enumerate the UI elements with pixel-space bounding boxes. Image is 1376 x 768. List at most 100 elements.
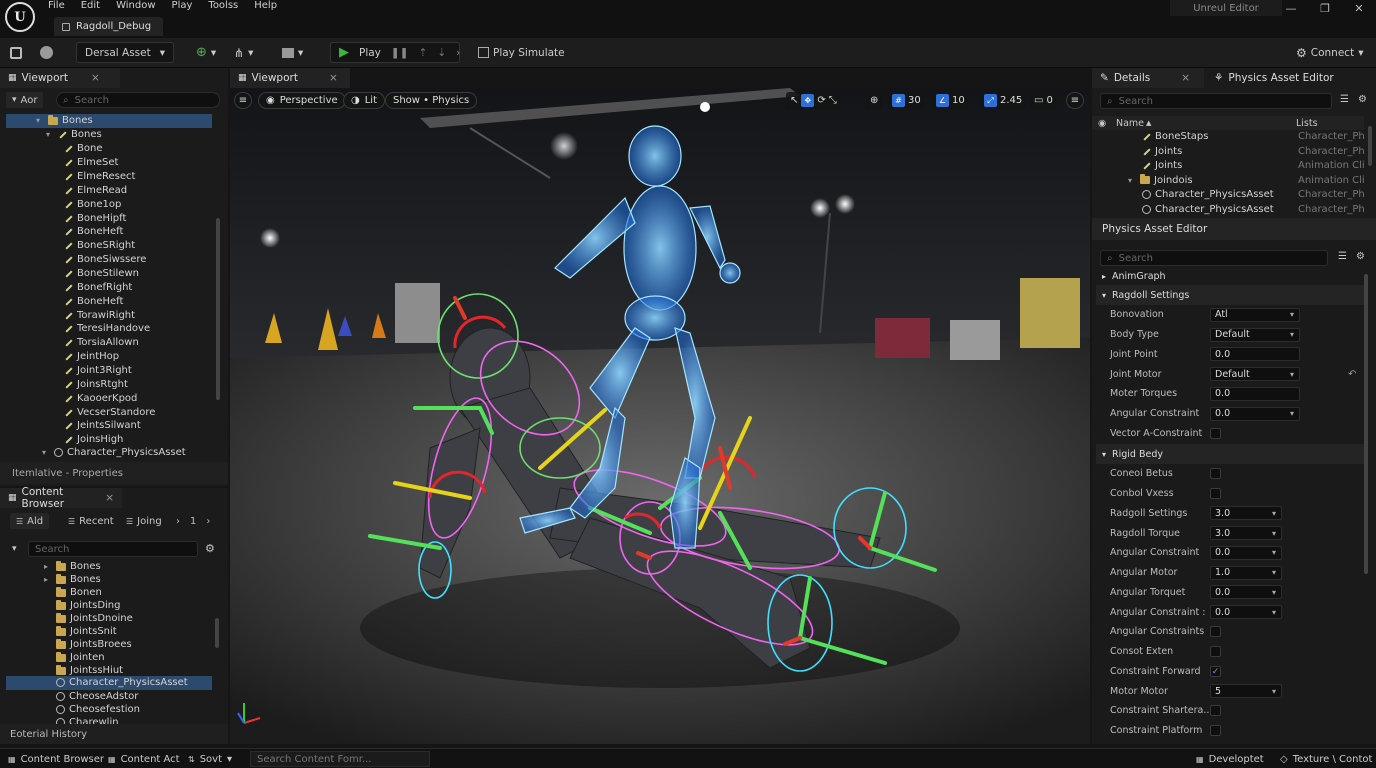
reset-icon[interactable]: ↶: [1348, 369, 1356, 380]
world-local-toggle[interactable]: ⊕: [866, 92, 883, 109]
property-checkbox[interactable]: [1210, 427, 1221, 439]
translate-icon[interactable]: ✥: [801, 94, 815, 107]
property-dropdown[interactable]: 1.0 ▾: [1210, 565, 1282, 580]
filter-button[interactable]: ▾ Aor: [6, 92, 44, 108]
property-checkbox[interactable]: [1210, 705, 1221, 717]
minimize-button[interactable]: —: [1274, 0, 1308, 16]
chevron-right-icon[interactable]: ›: [456, 47, 460, 59]
grid-snap[interactable]: # 30: [888, 92, 925, 109]
connect-button[interactable]: ⚙ Connect ▾: [1296, 42, 1363, 63]
property-checkbox[interactable]: [1210, 725, 1221, 737]
close-icon[interactable]: ×: [91, 72, 100, 84]
physics-search-input[interactable]: ⌕ Search: [1100, 250, 1328, 266]
property-checkbox[interactable]: ✓: [1210, 665, 1221, 677]
bone-search-input[interactable]: ⌕ Search: [56, 92, 220, 108]
tree-bone[interactable]: TeresiHandove: [64, 322, 150, 336]
rotate-icon[interactable]: ⟳: [817, 95, 825, 106]
menu-tools[interactable]: Toolss: [208, 0, 248, 14]
tree-bone[interactable]: Bone: [64, 142, 102, 156]
property-checkbox[interactable]: [1210, 468, 1221, 480]
menu-help[interactable]: Help: [254, 0, 287, 14]
3d-viewport[interactable]: [230, 88, 1090, 744]
content-button[interactable]: [40, 42, 53, 63]
content-search-input[interactable]: Search: [28, 541, 198, 557]
menu-window[interactable]: Window: [116, 0, 165, 14]
tab-content-browser[interactable]: ▦ Content Browser ×: [0, 486, 122, 510]
tree-group-bones[interactable]: ▾ Bones: [46, 128, 102, 142]
tree-bone[interactable]: Joint3Right: [64, 364, 132, 378]
maximize-button[interactable]: ❐: [1308, 0, 1342, 16]
settings-gear-icon[interactable]: ⚙: [205, 542, 215, 555]
chevron-left-icon[interactable]: ›: [176, 516, 180, 527]
save-button[interactable]: [10, 42, 22, 63]
tree-bone[interactable]: BonefRight: [64, 281, 132, 295]
close-icon[interactable]: ×: [105, 492, 114, 504]
filter-icon[interactable]: ▾: [12, 544, 17, 554]
status-developer[interactable]: ▦ Developtet: [1196, 751, 1264, 767]
close-icon[interactable]: ×: [1181, 72, 1190, 84]
content-folder[interactable]: ▸ Bones: [44, 573, 101, 587]
recent-button[interactable]: ☰ Recent: [68, 513, 114, 529]
show-physics-button[interactable]: Show • Physics: [385, 92, 478, 109]
tree-bone[interactable]: ElmeResect: [64, 170, 135, 184]
status-content-act[interactable]: ▦ Content Act: [108, 751, 180, 767]
lit-button[interactable]: ◑ Lit: [343, 92, 386, 109]
menu-file[interactable]: File: [48, 0, 75, 14]
tab-physics-asset-editor[interactable]: ⚘ Physics Asset Editor: [1206, 68, 1342, 88]
menu-edit[interactable]: Edit: [81, 0, 110, 14]
tree-bone[interactable]: ElmeSet: [64, 156, 118, 170]
pause-icon[interactable]: ❚❚: [391, 47, 409, 59]
details-scrollbar[interactable]: [1368, 126, 1372, 166]
status-texture[interactable]: ◇ Texture \ Contot: [1280, 751, 1372, 767]
engine-logo[interactable]: U: [5, 2, 35, 32]
property-input[interactable]: 0.0: [1210, 386, 1300, 401]
section-ragdoll-settings[interactable]: ▾ Ragdoll Settings: [1096, 285, 1364, 305]
physics-scrollbar[interactable]: [1364, 274, 1368, 574]
tree-bone[interactable]: BoneHipft: [64, 211, 126, 225]
property-dropdown[interactable]: Default ▾: [1210, 327, 1300, 342]
select-icon[interactable]: ↖: [790, 95, 798, 106]
tree-bone[interactable]: BoneSRight: [64, 239, 135, 253]
add-filter-button[interactable]: ☰ Ald: [10, 513, 50, 529]
property-dropdown[interactable]: 0.0 ▾: [1210, 605, 1282, 620]
play-simulate-button[interactable]: Play Simulate: [478, 42, 565, 63]
step-icon[interactable]: ⇡: [419, 47, 428, 59]
stop-icon[interactable]: ⇣: [437, 47, 446, 59]
details-search-input[interactable]: ⌕ Search: [1100, 93, 1332, 109]
settings-gear-icon[interactable]: ⚙: [1356, 251, 1365, 262]
tree-physics-asset[interactable]: ▾ Character_PhysicsAsset: [42, 446, 186, 460]
section-rigid-body[interactable]: ▾ Rigid Bedy: [1096, 444, 1364, 464]
tree-scrollbar[interactable]: [216, 218, 220, 400]
tree-bone[interactable]: Bone1op: [64, 197, 121, 211]
tree-bone[interactable]: JeintsSilwant: [64, 419, 141, 433]
content-folder[interactable]: Jointen: [44, 651, 105, 665]
blueprint-button[interactable]: ⋔ ▾: [234, 42, 253, 63]
asset-dropdown[interactable]: Dersal Asset ▾: [76, 42, 174, 63]
property-checkbox[interactable]: [1210, 626, 1221, 638]
property-dropdown[interactable]: 5 ▾: [1210, 684, 1282, 699]
tab-viewport[interactable]: ▦ Viewport ×: [230, 68, 350, 88]
tree-bone[interactable]: ElmeRead: [64, 184, 127, 198]
property-dropdown[interactable]: 0.0 ▾: [1210, 585, 1282, 600]
tree-root-bones[interactable]: ▾ Bones: [6, 114, 212, 128]
chevron-right-icon[interactable]: ›: [206, 516, 210, 527]
content-item[interactable]: CheoseAdstor: [56, 690, 138, 704]
tree-bone[interactable]: BoneStilewn: [64, 267, 139, 281]
eye-icon[interactable]: ◉: [1098, 118, 1106, 129]
content-folder[interactable]: JointsSnit: [44, 625, 117, 639]
tree-bone[interactable]: TorsiaAllown: [64, 336, 139, 350]
status-content-browser[interactable]: ▦ Content Browser: [8, 751, 104, 767]
section-animgraph[interactable]: ▸ AnimGraph: [1096, 266, 1364, 286]
content-folder[interactable]: JointsDnoine: [44, 612, 133, 626]
cinematics-button[interactable]: ▾: [282, 42, 303, 63]
property-dropdown[interactable]: Atl ▾: [1210, 307, 1300, 322]
tree-bone[interactable]: JoinsHigh: [64, 433, 123, 447]
content-folder[interactable]: ▸ Bones: [44, 560, 101, 574]
add-button[interactable]: ⊕ ▾: [196, 42, 216, 63]
content-folder[interactable]: Bonen: [44, 586, 102, 600]
content-folder[interactable]: JointsDing: [44, 599, 120, 613]
camera-speed[interactable]: ▭ 0: [1030, 92, 1057, 109]
close-button[interactable]: ✕: [1342, 0, 1376, 16]
property-dropdown[interactable]: 0.0 ▾: [1210, 545, 1282, 560]
viewport-options-button[interactable]: ≡: [1066, 92, 1084, 109]
